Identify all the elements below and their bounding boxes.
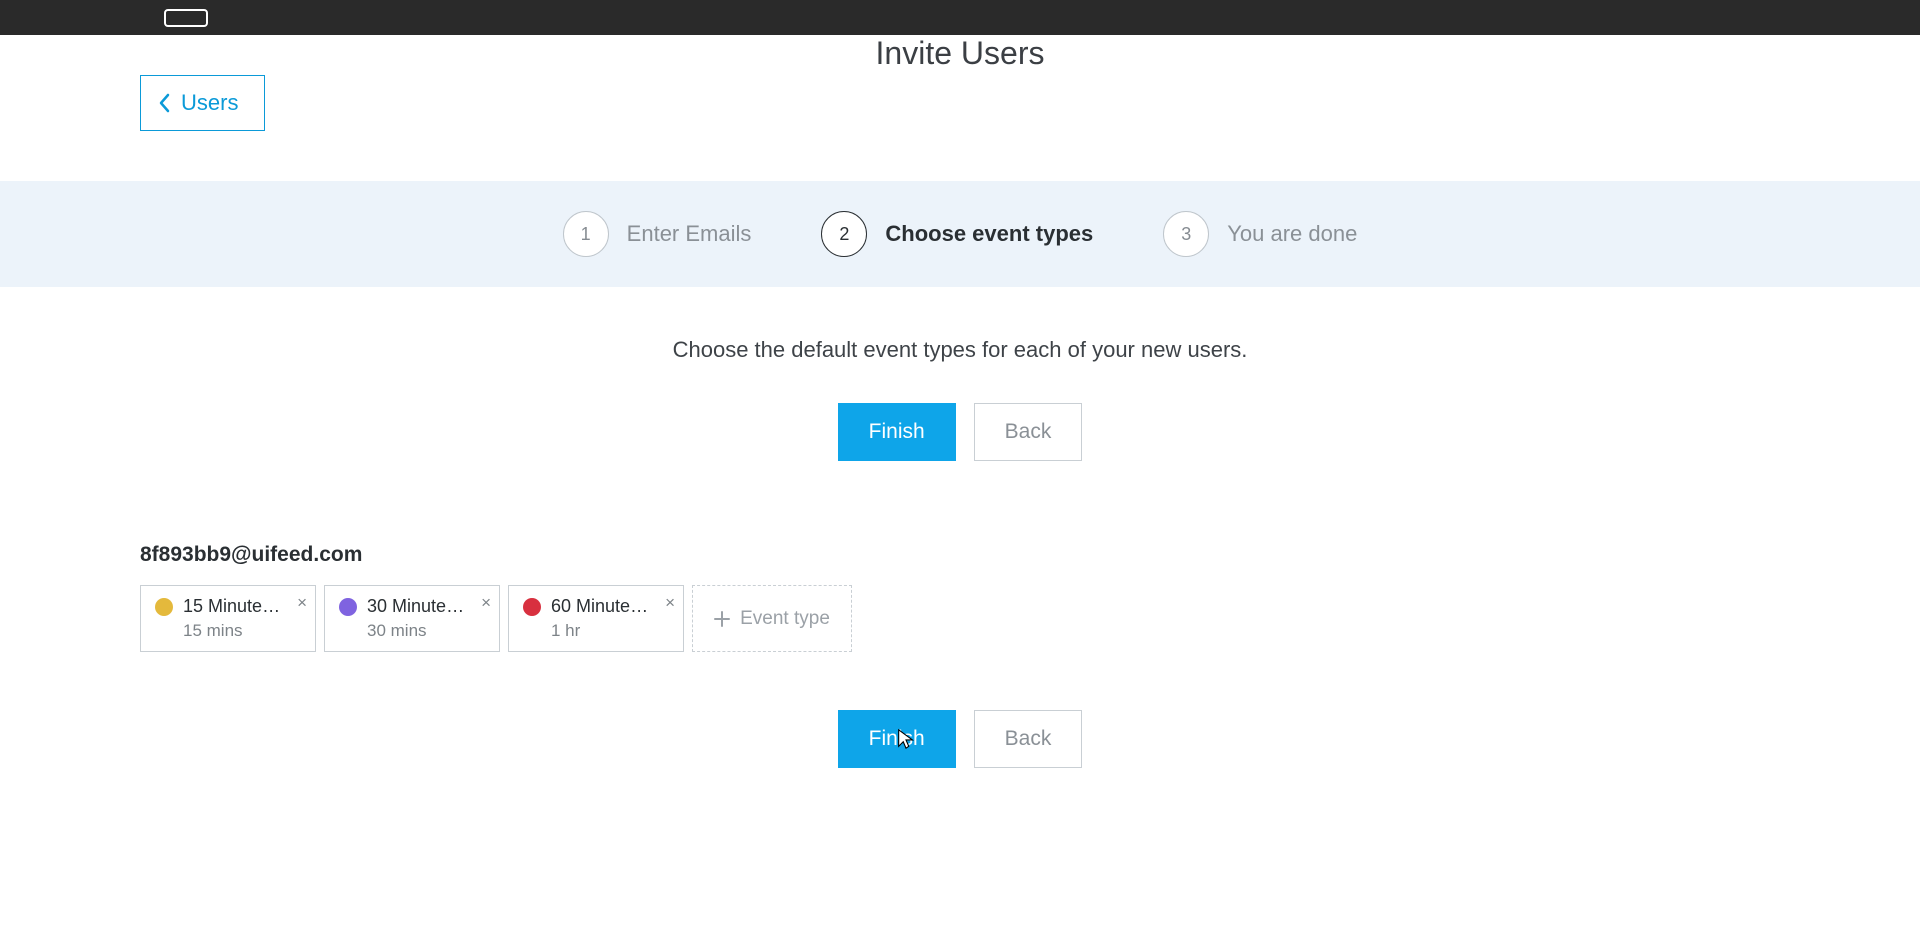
event-card[interactable]: × 15 Minute M... 15 mins: [140, 585, 316, 652]
step-number: 1: [563, 211, 609, 257]
plus-icon: [714, 611, 730, 627]
event-color-dot: [339, 598, 357, 616]
step-choose-event-types: 2 Choose event types: [821, 211, 1093, 257]
page-header: Users Invite Users: [0, 35, 1920, 131]
step-number: 2: [821, 211, 867, 257]
user-block: 8f893bb9@uifeed.com × 15 Minute M... 15 …: [0, 543, 1920, 652]
event-card[interactable]: × 30 Minute ... 30 mins: [324, 585, 500, 652]
page-title: Invite Users: [876, 35, 1045, 72]
event-name: 15 Minute M...: [183, 596, 281, 617]
event-card[interactable]: × 60 Minute ... 1 hr: [508, 585, 684, 652]
instruction-text: Choose the default event types for each …: [140, 337, 1780, 363]
close-icon[interactable]: ×: [665, 594, 675, 611]
main-section: Choose the default event types for each …: [0, 287, 1920, 543]
step-label: Enter Emails: [627, 221, 752, 247]
event-duration: 30 mins: [367, 621, 465, 641]
back-to-users-button[interactable]: Users: [140, 75, 265, 131]
event-duration: 15 mins: [183, 621, 281, 641]
user-email: 8f893bb9@uifeed.com: [140, 543, 1780, 567]
step-label: Choose event types: [885, 221, 1093, 247]
step-you-are-done: 3 You are done: [1163, 211, 1357, 257]
event-color-dot: [155, 598, 173, 616]
event-cards-row: × 15 Minute M... 15 mins × 30 Minute ...…: [140, 585, 1780, 652]
event-name: 60 Minute ...: [551, 596, 649, 617]
back-button-label: Users: [181, 90, 238, 116]
app-logo-icon: [164, 9, 208, 27]
back-button[interactable]: Back: [974, 710, 1083, 768]
step-label: You are done: [1227, 221, 1357, 247]
close-icon[interactable]: ×: [481, 594, 491, 611]
finish-button[interactable]: Finish: [838, 710, 956, 768]
event-duration: 1 hr: [551, 621, 649, 641]
back-button[interactable]: Back: [974, 403, 1083, 461]
bottom-button-row: Finish Back: [0, 710, 1920, 768]
top-navbar: [0, 0, 1920, 35]
add-event-type-button[interactable]: Event type: [692, 585, 852, 652]
step-number: 3: [1163, 211, 1209, 257]
top-button-row: Finish Back: [140, 403, 1780, 461]
event-name: 30 Minute ...: [367, 596, 465, 617]
step-enter-emails: 1 Enter Emails: [563, 211, 752, 257]
close-icon[interactable]: ×: [297, 594, 307, 611]
event-color-dot: [523, 598, 541, 616]
stepper: 1 Enter Emails 2 Choose event types 3 Yo…: [0, 181, 1920, 287]
chevron-left-icon: [159, 93, 171, 113]
finish-button[interactable]: Finish: [838, 403, 956, 461]
add-event-label: Event type: [740, 608, 830, 630]
